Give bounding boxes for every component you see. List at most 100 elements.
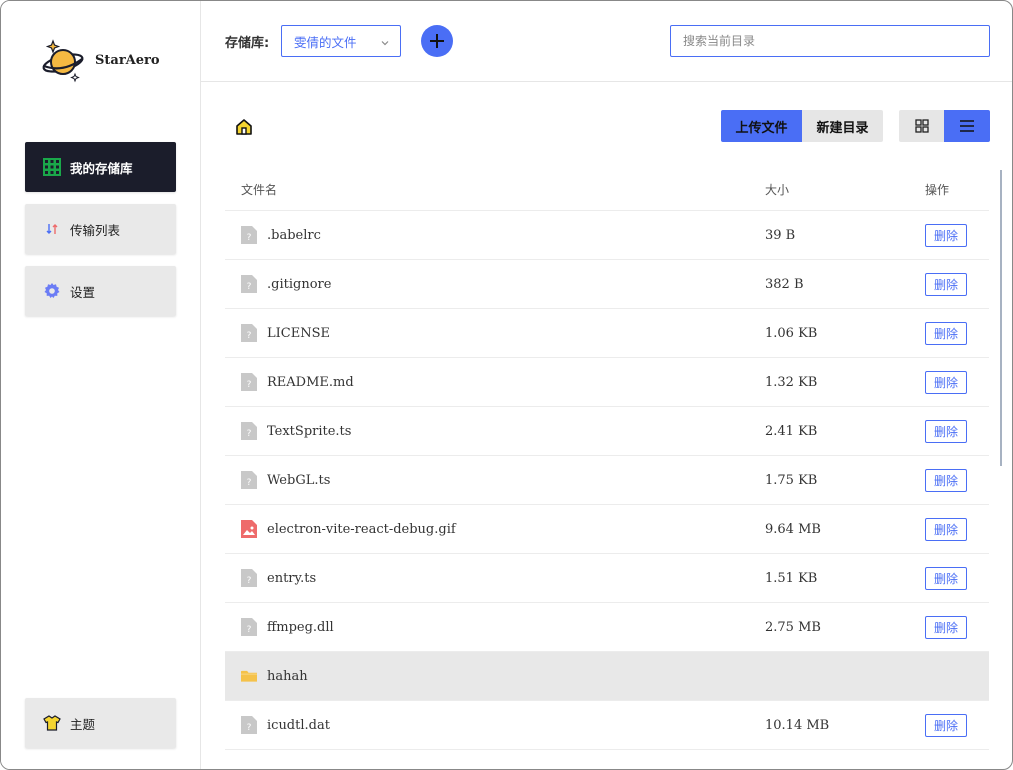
actions-cell: 删除 bbox=[909, 468, 989, 492]
file-name[interactable]: .gitignore bbox=[267, 277, 331, 292]
tshirt-icon bbox=[43, 714, 61, 732]
table-row[interactable]: electron-vite-react-debug.gif 9.64 MB 删除 bbox=[225, 505, 989, 554]
file-name[interactable]: electron-vite-react-debug.gif bbox=[267, 522, 456, 537]
sidebar-item-my-storage[interactable]: 我的存储库 bbox=[25, 142, 176, 192]
file-size: 10.14 MB bbox=[765, 717, 830, 733]
table-row[interactable]: ? TextSprite.ts 2.41 KB 删除 bbox=[225, 407, 989, 456]
file-name-cell: ? LICENSE bbox=[225, 324, 749, 342]
header-op: 操作 bbox=[925, 182, 950, 197]
actions-cell: 删除 bbox=[909, 321, 989, 345]
grid-view-button[interactable] bbox=[899, 110, 944, 142]
file-name[interactable]: TextSprite.ts bbox=[267, 424, 351, 439]
file-size: 1.32 KB bbox=[765, 374, 818, 390]
plus-icon bbox=[430, 34, 444, 48]
file-name-cell: electron-vite-react-debug.gif bbox=[225, 520, 749, 538]
table-row[interactable]: ? WebGL.ts 1.75 KB 删除 bbox=[225, 456, 989, 505]
table-row[interactable]: ? .babelrc 39 B 删除 bbox=[225, 211, 989, 260]
file-name-cell: ? WebGL.ts bbox=[225, 471, 749, 489]
unknown-file-icon: ? bbox=[241, 373, 257, 391]
file-name[interactable]: ffmpeg.dll bbox=[267, 620, 334, 635]
delete-button[interactable]: 删除 bbox=[925, 566, 967, 590]
delete-button[interactable]: 删除 bbox=[925, 419, 967, 443]
theme-label: 主题 bbox=[70, 716, 96, 732]
new-directory-button[interactable]: 新建目录 bbox=[802, 110, 883, 142]
file-name-cell: ? ffmpeg.dll bbox=[225, 618, 749, 636]
actions-cell: 删除 bbox=[909, 713, 989, 737]
unknown-file-icon: ? bbox=[241, 716, 257, 734]
svg-text:?: ? bbox=[247, 576, 252, 586]
delete-button[interactable]: 删除 bbox=[925, 468, 967, 492]
app-window: StarAero 我的存储库 传输列表 设置 主题 存储库: 雯倩的文件 搜索当… bbox=[0, 0, 1013, 770]
file-name[interactable]: README.md bbox=[267, 375, 354, 390]
delete-button[interactable]: 删除 bbox=[925, 272, 967, 296]
repo-label: 存储库: bbox=[225, 36, 270, 51]
table-row[interactable]: ? LICENSE 1.06 KB 删除 bbox=[225, 309, 989, 358]
delete-button[interactable]: 删除 bbox=[925, 517, 967, 541]
actions-cell: 删除 bbox=[909, 370, 989, 394]
image-file-icon bbox=[241, 520, 257, 538]
grid-view-icon bbox=[914, 119, 929, 133]
grid-storage-icon bbox=[43, 158, 61, 176]
file-name-cell: ? entry.ts bbox=[225, 569, 749, 587]
search-input[interactable] bbox=[670, 25, 990, 57]
file-name[interactable]: LICENSE bbox=[267, 326, 330, 341]
logo: StarAero bbox=[41, 35, 191, 85]
delete-button[interactable]: 删除 bbox=[925, 321, 967, 345]
main-content: 上传文件 新建目录 文件名 大小 操作 ? .babelrc 39 B 删除? .git… bbox=[201, 82, 1012, 769]
file-size: 1.75 KB bbox=[765, 472, 818, 488]
unknown-file-icon: ? bbox=[241, 422, 257, 440]
unknown-file-icon: ? bbox=[241, 275, 257, 293]
table-row[interactable]: ? .gitignore 382 B 删除 bbox=[225, 260, 989, 309]
delete-button[interactable]: 删除 bbox=[925, 223, 967, 247]
sidebar-item-transfer-list[interactable]: 传输列表 bbox=[25, 204, 176, 254]
sidebar-item-label: 设置 bbox=[70, 284, 96, 300]
svg-text:?: ? bbox=[247, 233, 252, 243]
svg-text:?: ? bbox=[247, 478, 252, 488]
delete-button[interactable]: 删除 bbox=[925, 370, 967, 394]
svg-text:?: ? bbox=[247, 723, 252, 733]
delete-button[interactable]: 删除 bbox=[925, 615, 967, 639]
file-name[interactable]: WebGL.ts bbox=[267, 473, 330, 488]
file-table: 文件名 大小 操作 ? .babelrc 39 B 删除? .gitignore 382 … bbox=[225, 168, 989, 750]
repo-select[interactable]: 雯倩的文件 bbox=[281, 25, 401, 57]
unknown-file-icon: ? bbox=[241, 324, 257, 342]
add-repo-button[interactable] bbox=[421, 25, 453, 57]
file-name[interactable]: .babelrc bbox=[267, 228, 321, 243]
upload-file-button[interactable]: 上传文件 bbox=[721, 110, 802, 142]
svg-text:?: ? bbox=[247, 331, 252, 341]
sidebar-item-label: 我的存储库 bbox=[70, 160, 133, 176]
svg-text:?: ? bbox=[247, 282, 252, 292]
file-name[interactable]: hahah bbox=[267, 669, 308, 684]
table-row[interactable]: ? README.md 1.32 KB 删除 bbox=[225, 358, 989, 407]
file-name-cell: hahah bbox=[225, 667, 749, 685]
home-icon[interactable] bbox=[234, 117, 254, 137]
actions-cell: 删除 bbox=[909, 419, 989, 443]
topbar: 存储库: 雯倩的文件 bbox=[201, 1, 1012, 82]
file-size: 2.75 MB bbox=[765, 619, 821, 635]
unknown-file-icon: ? bbox=[241, 226, 257, 244]
actions-cell: 删除 bbox=[909, 517, 989, 541]
table-body: ? .babelrc 39 B 删除? .gitignore 382 B 删除? LICENS… bbox=[225, 211, 989, 750]
planet-logo-icon bbox=[42, 39, 84, 83]
table-header: 文件名 大小 操作 bbox=[225, 168, 989, 211]
file-name[interactable]: icudtl.dat bbox=[267, 718, 330, 733]
svg-text:?: ? bbox=[247, 380, 252, 390]
theme-button[interactable]: 主题 bbox=[25, 698, 176, 748]
file-name[interactable]: entry.ts bbox=[267, 571, 316, 586]
table-row[interactable]: ? icudtl.dat 10.14 MB 删除 bbox=[225, 701, 989, 750]
list-view-button[interactable] bbox=[944, 110, 990, 142]
actions-cell: 删除 bbox=[909, 615, 989, 639]
scrollbar[interactable] bbox=[1000, 170, 1002, 466]
actions-cell: 删除 bbox=[909, 566, 989, 590]
actions-cell: 删除 bbox=[909, 223, 989, 247]
table-row[interactable]: ? entry.ts 1.51 KB 删除 bbox=[225, 554, 989, 603]
gear-icon bbox=[43, 282, 61, 300]
header-size: 大小 bbox=[765, 182, 790, 197]
table-row[interactable]: ? ffmpeg.dll 2.75 MB 删除 bbox=[225, 603, 989, 652]
sidebar-item-settings[interactable]: 设置 bbox=[25, 266, 176, 316]
file-size: 2.41 KB bbox=[765, 423, 818, 439]
actions-cell: 删除 bbox=[909, 272, 989, 296]
table-row[interactable]: hahah bbox=[225, 652, 989, 701]
sidebar: StarAero 我的存储库 传输列表 设置 主题 bbox=[1, 1, 201, 769]
delete-button[interactable]: 删除 bbox=[925, 713, 967, 737]
